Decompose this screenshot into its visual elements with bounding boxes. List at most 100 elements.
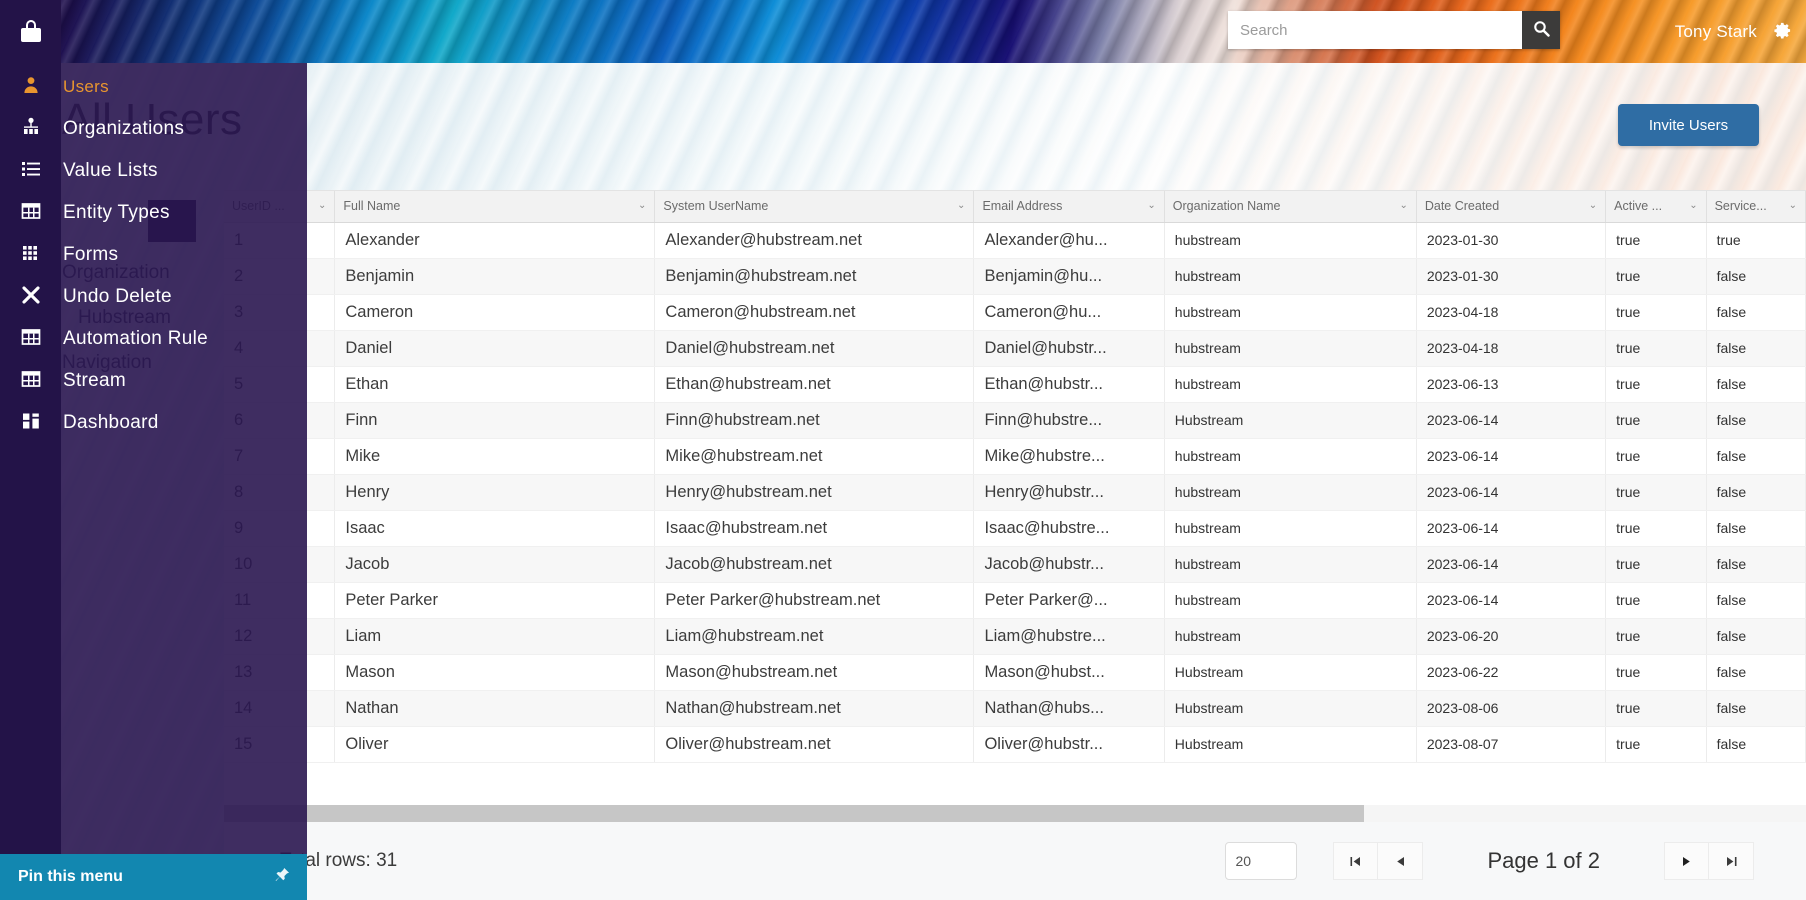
pin-menu-button[interactable]: Pin this menu [0,854,307,900]
column-header-service[interactable]: Service... ⌄ [1706,191,1806,223]
cell-email: Oliver@hubstr... [973,726,1165,763]
table-row[interactable]: 1AlexanderAlexander@hubstream.netAlexand… [224,222,1806,259]
table-body: 1AlexanderAlexander@hubstream.netAlexand… [224,222,1806,763]
table-row[interactable]: 14NathanNathan@hubstream.netNathan@hubs.… [224,690,1806,727]
chevron-down-icon[interactable]: ⌄ [638,201,646,211]
cell-service: false [1706,402,1806,439]
menu-item-organizations[interactable]: Organizations [61,105,307,153]
cell-email: Daniel@hubstr... [973,330,1165,367]
cell-date: 2023-06-14 [1416,402,1607,439]
grid-icon [21,243,41,268]
table-row[interactable]: 8HenryHenry@hubstream.netHenry@hubstr...… [224,474,1806,511]
cell-active: true [1605,258,1707,295]
scrollbar-thumb[interactable] [224,805,1364,822]
cell-full-name: Alexander [334,222,656,259]
column-header-system-username[interactable]: System UserName ⌄ [654,191,975,223]
horizontal-scrollbar[interactable] [224,805,1806,822]
menu-item-stream[interactable]: Stream [61,357,307,405]
menu-item-automation-rule[interactable]: Automation Rule [61,315,307,363]
menu-item-label: Dashboard [63,412,159,433]
chevron-down-icon[interactable]: ⌄ [1589,201,1597,211]
column-header-organization-name[interactable]: Organization Name ⌄ [1164,191,1417,223]
settings-button[interactable] [1773,21,1792,43]
menu-item-undo-delete[interactable]: Undo Delete [61,273,307,321]
table-row[interactable]: 4DanielDaniel@hubstream.netDaniel@hubstr… [224,330,1806,367]
cell-full-name: Nathan [334,690,656,727]
column-header-date-created[interactable]: Date Created ⌄ [1416,191,1607,223]
user-menu: Tony Stark [1675,0,1792,63]
table-row[interactable]: 11Peter ParkerPeter Parker@hubstream.net… [224,582,1806,619]
cell-org: hubstream [1164,438,1417,475]
cell-active: true [1605,618,1707,655]
table-row[interactable]: 13MasonMason@hubstream.netMason@hubst...… [224,654,1806,691]
search-button[interactable] [1522,11,1560,49]
table-row[interactable]: 7MikeMike@hubstream.netMike@hubstre...hu… [224,438,1806,475]
table-row[interactable]: 3CameronCameron@hubstream.netCameron@hu.… [224,294,1806,331]
last-page-button[interactable] [1709,842,1754,880]
next-page-button[interactable] [1664,842,1709,880]
cell-service: false [1706,546,1806,583]
cell-full-name: Finn [334,402,656,439]
table-row[interactable]: 5EthanEthan@hubstream.netEthan@hubstr...… [224,366,1806,403]
table-row[interactable]: 10JacobJacob@hubstream.netJacob@hubstr..… [224,546,1806,583]
column-header-label: System UserName [663,199,769,214]
rail-item-undo-delete[interactable] [0,273,61,321]
table-row[interactable]: 6FinnFinn@hubstream.netFinn@hubstre...Hu… [224,402,1806,439]
chevron-down-icon[interactable]: ⌄ [1789,201,1797,211]
menu-item-dashboard[interactable]: Dashboard [61,399,307,447]
column-header-full-name[interactable]: Full Name ⌄ [334,191,656,223]
chevron-down-icon[interactable]: ⌄ [1147,201,1155,211]
table-row[interactable]: 2BenjaminBenjamin@hubstream.netBenjamin@… [224,258,1806,295]
pagination-back-group [1333,842,1424,880]
column-header-email-address[interactable]: Email Address ⌄ [973,191,1165,223]
cell-email: Nathan@hubs... [973,690,1165,727]
page-size-select[interactable]: 20 [1225,842,1299,880]
menu-item-forms[interactable]: Forms [61,231,307,279]
cell-email: Mike@hubstre... [973,438,1165,475]
table-row[interactable]: 12LiamLiam@hubstream.netLiam@hubstre...h… [224,618,1806,655]
chevron-down-icon[interactable]: ⌄ [957,201,965,211]
first-page-button[interactable] [1333,842,1379,880]
rail-item-value-lists[interactable] [0,147,61,195]
rail-item-forms[interactable] [0,231,61,279]
cell-active: true [1605,690,1707,727]
cell-date: 2023-01-30 [1416,258,1607,295]
rail-item-dashboard[interactable] [0,399,61,447]
menu-item-value-lists[interactable]: Value Lists [61,147,307,195]
close-x-icon [21,285,41,310]
rail-item-stream[interactable] [0,357,61,405]
menu-item-users[interactable]: Users [61,63,307,111]
cell-full-name: Peter Parker [334,582,656,619]
cell-full-name: Jacob [334,546,656,583]
column-header-active[interactable]: Active ... ⌄ [1605,191,1707,223]
cell-date: 2023-06-14 [1416,474,1607,511]
cell-service: false [1706,330,1806,367]
cell-org: hubstream [1164,546,1417,583]
cell-email: Alexander@hu... [973,222,1165,259]
rail-item-users[interactable] [0,63,61,111]
cell-date: 2023-04-18 [1416,294,1607,331]
cell-email: Cameron@hu... [973,294,1165,331]
table-row[interactable]: 9IsaacIsaac@hubstream.netIsaac@hubstre..… [224,510,1806,547]
search-input[interactable] [1228,11,1522,49]
menu-item-label: Forms [63,244,119,265]
cell-system-username: Daniel@hubstream.net [654,330,975,367]
chevron-down-icon[interactable]: ⌄ [1689,201,1697,211]
cell-active: true [1605,654,1707,691]
table-row[interactable]: 15OliverOliver@hubstream.netOliver@hubst… [224,726,1806,763]
cell-active: true [1605,438,1707,475]
pagination-forward-group [1664,842,1754,880]
rail-item-organizations[interactable] [0,105,61,153]
rail-item-automation-rule[interactable] [0,315,61,363]
prev-page-button[interactable] [1378,842,1424,880]
invite-users-button[interactable]: Invite Users [1618,104,1759,146]
rail-item-entity-types[interactable] [0,189,61,237]
cell-system-username: Finn@hubstream.net [654,402,975,439]
cell-date: 2023-06-14 [1416,582,1607,619]
app-logo[interactable] [0,0,61,63]
user-name-label[interactable]: Tony Stark [1675,22,1757,42]
cell-org: hubstream [1164,582,1417,619]
chevron-down-icon[interactable]: ⌄ [318,201,326,211]
chevron-down-icon[interactable]: ⌄ [1399,201,1407,211]
menu-item-entity-types[interactable]: Entity Types [61,189,307,237]
